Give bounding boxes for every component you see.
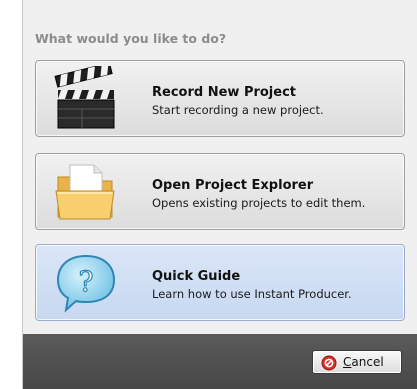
clapperboard-icon <box>52 62 120 132</box>
dialog-heading: What would you like to do? <box>35 31 227 46</box>
option-description: Opens existing projects to edit them. <box>152 196 366 210</box>
help-bubble-icon: ? <box>52 250 120 316</box>
cancel-button[interactable]: Cancel <box>312 350 402 374</box>
cancel-icon <box>321 355 337 371</box>
record-new-project-button[interactable]: Record New Project Start recording a new… <box>35 60 405 137</box>
option-title: Quick Guide <box>152 269 241 284</box>
svg-text:?: ? <box>78 265 93 298</box>
option-description: Learn how to use Instant Producer. <box>152 287 352 301</box>
dialog-footer: Cancel <box>23 334 417 389</box>
option-description: Start recording a new project. <box>152 103 324 117</box>
folder-icon <box>52 159 120 225</box>
start-dialog: What would you like to do? Record New Pr… <box>22 0 417 389</box>
cancel-label: Cancel <box>343 355 384 369</box>
option-title: Record New Project <box>152 85 297 100</box>
open-project-explorer-button[interactable]: Open Project Explorer Opens existing pro… <box>35 153 405 230</box>
option-title: Open Project Explorer <box>152 178 314 193</box>
quick-guide-button[interactable]: ? Quick Guide Learn how to use Instant P… <box>35 244 405 321</box>
